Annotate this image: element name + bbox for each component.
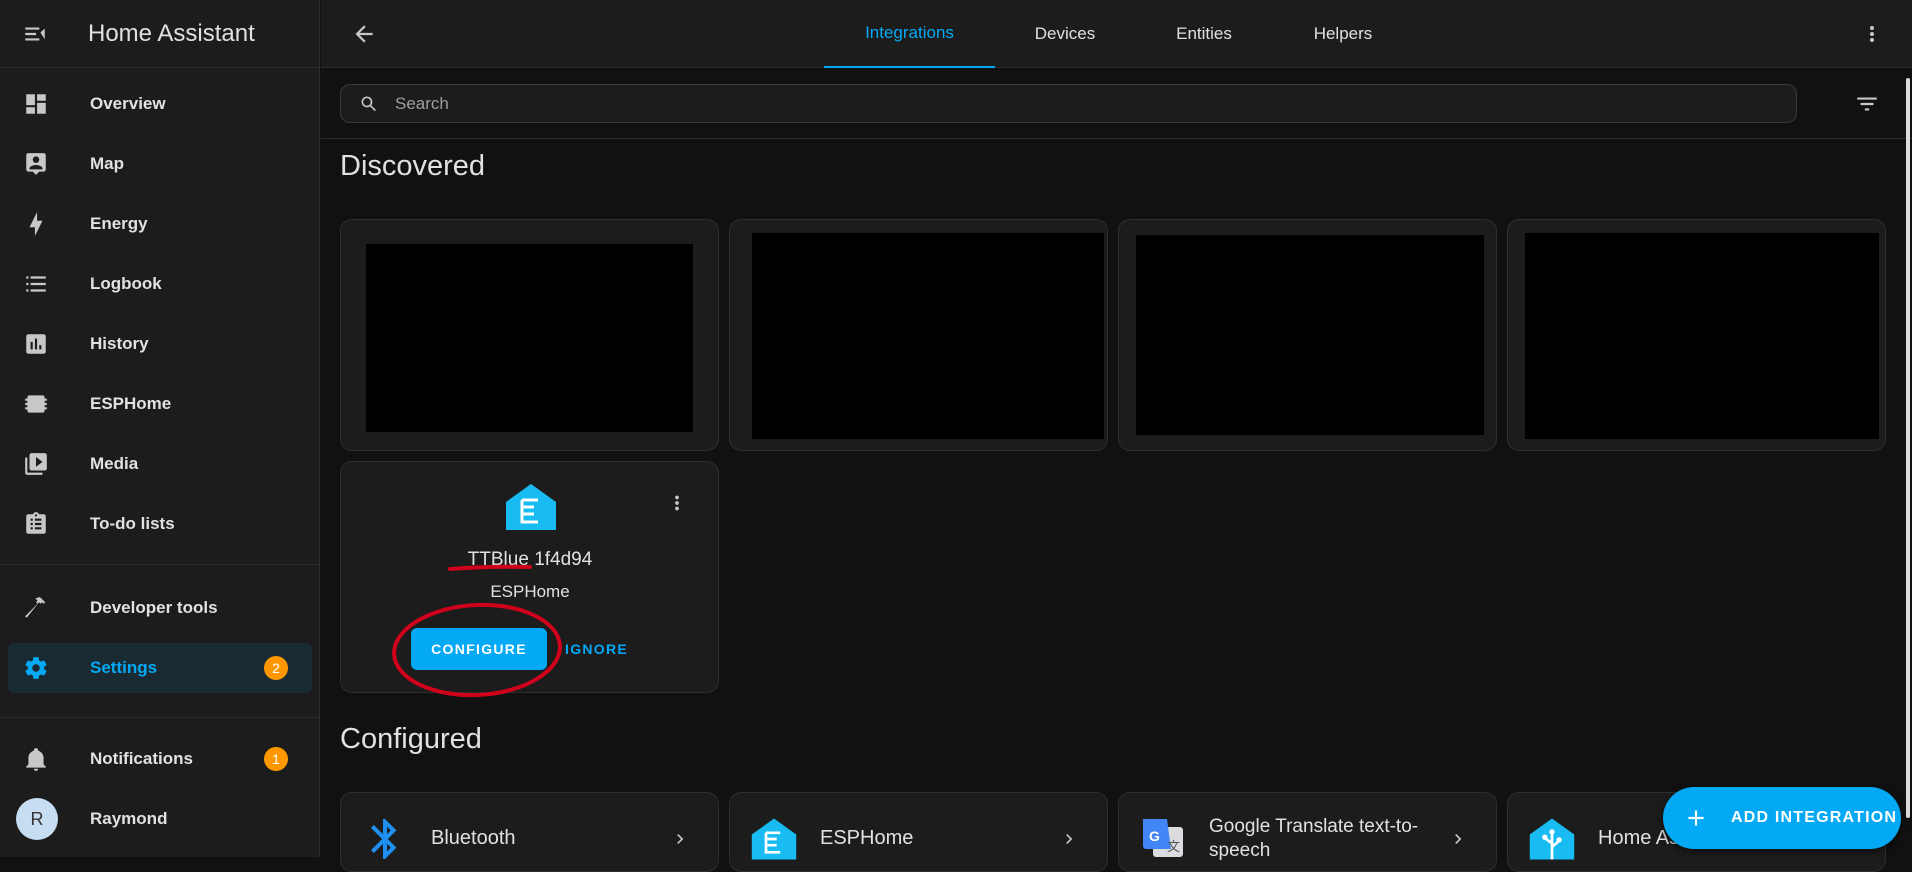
sidebar-item-map[interactable]: Map — [8, 139, 312, 189]
avatar: R — [16, 798, 58, 840]
redacted-block — [1525, 233, 1879, 439]
esphome-icon — [751, 818, 797, 860]
tab-devices[interactable]: Devices — [995, 0, 1135, 68]
list-icon — [22, 270, 50, 298]
sidebar-header: Home Assistant — [0, 0, 319, 68]
sidebar-item-label: Notifications — [90, 749, 193, 768]
section-title-configured: Configured — [340, 723, 482, 755]
discovered-device-name: TTBlue 1f4d94 — [467, 549, 593, 570]
overflow-menu-icon[interactable] — [1860, 22, 1884, 46]
sidebar-item-history[interactable]: History — [8, 319, 312, 369]
user-name: Raymond — [90, 809, 168, 828]
integration-card-esphome[interactable]: ESPHome — [729, 792, 1108, 872]
sidebar-item-label: History — [90, 334, 149, 353]
app-title: Home Assistant — [88, 19, 255, 47]
sidebar-item-label: Energy — [90, 214, 148, 233]
sidebar-item-energy[interactable]: Energy — [8, 199, 312, 249]
add-integration-label: ADD INTEGRATION — [1731, 809, 1898, 826]
integration-name: ESPHome — [820, 827, 914, 849]
section-title-discovered: Discovered — [340, 150, 486, 182]
tab-entities[interactable]: Entities — [1135, 0, 1273, 68]
settings-badge: 2 — [264, 656, 288, 680]
menu-collapse-icon[interactable] — [22, 21, 48, 47]
scrollbar[interactable] — [1906, 78, 1910, 818]
notifications-badge: 1 — [264, 747, 288, 771]
bluetooth-icon — [371, 819, 397, 859]
sidebar-item-label: Map — [90, 154, 124, 173]
home-assistant-icon — [1529, 818, 1575, 860]
ignore-button[interactable]: IGNORE — [565, 628, 628, 670]
search-row — [321, 69, 1912, 139]
card-overflow-icon[interactable] — [666, 492, 688, 514]
sidebar: Home Assistant Overview Map Energy Logbo… — [0, 0, 320, 857]
sidebar-item-notifications[interactable]: Notifications 1 — [8, 734, 312, 784]
chevron-right-icon — [1066, 834, 1073, 844]
google-translate-icon: G文 — [1143, 819, 1183, 857]
sidebar-item-user[interactable]: R Raymond — [8, 794, 312, 844]
sidebar-item-label: Overview — [90, 94, 166, 113]
clipboard-list-icon — [22, 510, 50, 538]
redacted-block — [752, 233, 1104, 439]
sidebar-item-label: ESPHome — [90, 394, 172, 413]
sidebar-item-label: Logbook — [90, 274, 162, 293]
sidebar-item-logbook[interactable]: Logbook — [8, 259, 312, 309]
integration-name: Google Translate text-to-speech — [1209, 816, 1419, 861]
sidebar-item-label: Settings — [90, 658, 158, 677]
svg-text:文: 文 — [1167, 839, 1180, 854]
gear-icon — [22, 654, 50, 682]
discovered-card-redacted[interactable] — [1507, 219, 1886, 451]
sidebar-item-label: Developer tools — [90, 598, 218, 617]
esphome-icon — [506, 484, 556, 530]
chevron-right-icon — [677, 834, 684, 844]
sidebar-item-esphome[interactable]: ESPHome — [8, 379, 312, 429]
sidebar-divider — [0, 564, 320, 565]
discovered-card-redacted[interactable] — [1118, 219, 1497, 451]
redacted-block — [366, 244, 693, 432]
play-box-icon — [22, 450, 50, 478]
search-icon — [361, 96, 376, 111]
add-integration-button[interactable]: ADD INTEGRATION — [1663, 787, 1901, 849]
dashboard-icon — [22, 90, 50, 118]
integration-card-bluetooth[interactable]: Bluetooth — [340, 792, 719, 872]
plus-icon — [1688, 810, 1704, 826]
map-icon — [22, 150, 50, 178]
chevron-right-icon — [1455, 834, 1462, 844]
bell-icon — [22, 745, 50, 773]
sidebar-item-developer-tools[interactable]: Developer tools — [8, 583, 312, 633]
tab-integrations[interactable]: Integrations — [824, 0, 995, 68]
svg-text:G: G — [1149, 828, 1160, 844]
sidebar-item-label: To-do lists — [90, 514, 175, 533]
discovered-card-redacted[interactable] — [340, 219, 719, 451]
sidebar-item-media[interactable]: Media — [8, 439, 312, 489]
discovered-device-domain: ESPHome — [490, 582, 570, 601]
discovered-card-ttblue: TTBlue 1f4d94 ESPHome CONFIGURE IGNORE — [340, 461, 719, 693]
configure-button[interactable]: CONFIGURE — [411, 628, 547, 670]
lightning-icon — [22, 210, 50, 238]
discovered-card-redacted[interactable] — [729, 219, 1108, 451]
sidebar-item-label: Media — [90, 454, 139, 473]
back-arrow-icon[interactable] — [351, 21, 377, 47]
filter-icon[interactable] — [1854, 91, 1880, 117]
integration-name: Bluetooth — [431, 827, 516, 849]
chip-icon — [22, 390, 50, 418]
redacted-block — [1136, 235, 1484, 435]
sidebar-item-settings[interactable]: Settings 2 — [8, 643, 312, 693]
sidebar-divider — [0, 717, 320, 718]
tab-helpers[interactable]: Helpers — [1273, 0, 1413, 68]
top-bar: Integrations Devices Entities Helpers — [321, 0, 1912, 68]
search-bar[interactable] — [340, 84, 1797, 123]
sidebar-item-overview[interactable]: Overview — [8, 79, 312, 129]
hammer-icon — [22, 594, 50, 622]
integration-card-google-translate[interactable]: G文 Google Translate text-to-speech — [1118, 792, 1497, 872]
chart-icon — [22, 330, 50, 358]
sidebar-item-todo[interactable]: To-do lists — [8, 499, 312, 549]
search-input[interactable] — [395, 93, 1695, 114]
